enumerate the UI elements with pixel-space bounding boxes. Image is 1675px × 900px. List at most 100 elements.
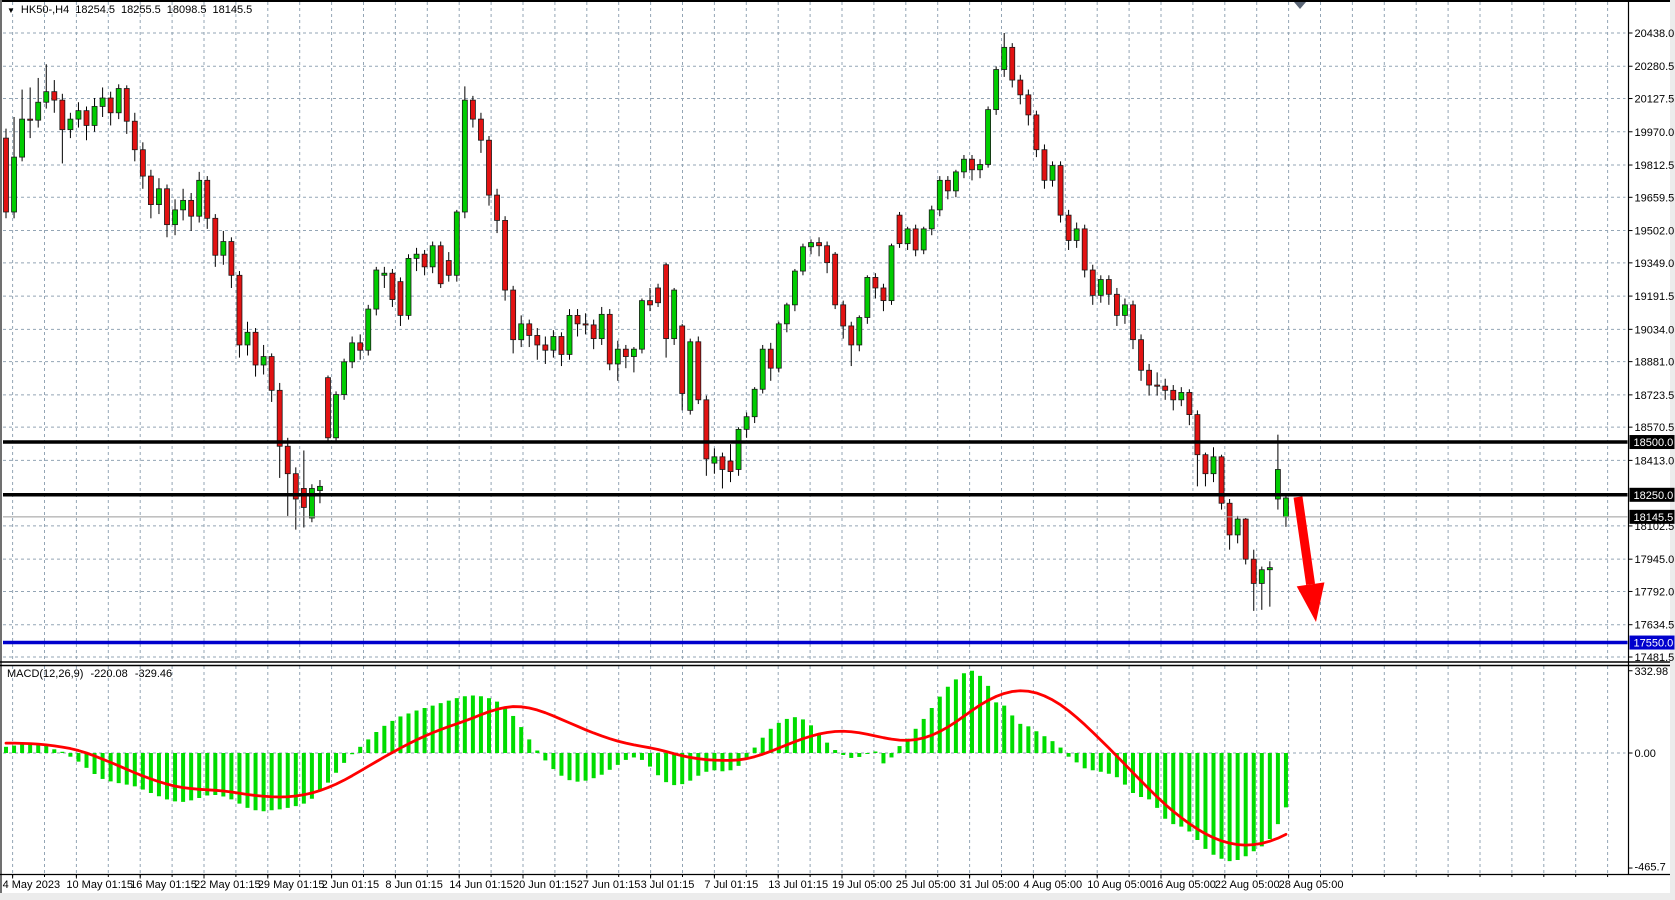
candle-body: [752, 389, 757, 416]
price-axis-tick-label: 17481.5: [1635, 652, 1675, 664]
candle-body: [124, 89, 129, 122]
quote-bar: ▼ HK50-,H4 18254.5 18255.5 18098.5 18145…: [7, 4, 252, 16]
candle-body: [4, 138, 9, 212]
candle-body: [173, 210, 178, 225]
macd-axis-tick-label: 332.98: [1635, 666, 1669, 678]
chart-window: 20438.020280.520127.519970.019812.519659…: [0, 0, 1675, 900]
candle-body: [44, 92, 49, 103]
candle-body: [1002, 47, 1007, 69]
candle-body: [800, 247, 805, 271]
time-axis-label: 25 Jul 05:00: [896, 879, 956, 891]
time-axis-label: 20 Jun 01:15: [513, 879, 577, 891]
candle-body: [865, 277, 870, 317]
candle-body: [213, 218, 218, 255]
chart-canvas[interactable]: 20438.020280.520127.519970.019812.519659…: [0, 0, 1675, 900]
macd-name: MACD(12,26,9): [7, 668, 83, 680]
candle-body: [165, 189, 170, 225]
time-axis-label: 7 Jul 01:15: [704, 879, 758, 891]
symbol-label: HK50-,H4: [21, 4, 69, 16]
price-level-label: 18145.5: [1634, 512, 1674, 524]
candle-body: [430, 246, 435, 267]
price-axis-tick-label: 18723.5: [1635, 390, 1675, 402]
candle-body: [84, 111, 89, 126]
candle-body: [422, 254, 427, 267]
candle-body: [1058, 166, 1063, 216]
candle-body: [326, 378, 331, 438]
candle-body: [1179, 392, 1184, 399]
chart-background: [0, 0, 1675, 900]
candle-body: [470, 100, 475, 119]
candle-body: [857, 318, 862, 345]
candle-body: [736, 429, 741, 469]
candle-body: [398, 282, 403, 316]
time-axis-label: 16 May 01:15: [130, 879, 197, 891]
candle-body: [189, 200, 194, 216]
quote-low: 18098.5: [167, 4, 207, 16]
price-level-label: 18500.0: [1634, 437, 1674, 449]
time-axis-label: 29 May 01:15: [258, 879, 325, 891]
candle-body: [1066, 215, 1071, 240]
candle-body: [309, 488, 314, 518]
candle-body: [334, 395, 339, 438]
candle-body: [591, 325, 596, 339]
time-axis-label: 8 Jun 01:15: [385, 879, 443, 891]
candle-body: [317, 486, 322, 490]
candle-body: [607, 314, 612, 364]
price-axis-tick-label: 18413.0: [1635, 455, 1675, 467]
macd-axis-tick-label: 0.00: [1635, 748, 1656, 760]
candle-body: [970, 159, 975, 170]
candle-body: [1227, 503, 1232, 535]
candle-body: [1211, 457, 1216, 474]
time-axis-label: 13 Jul 01:15: [768, 879, 828, 891]
candle-body: [20, 119, 25, 157]
time-axis-label: 10 May 01:15: [66, 879, 133, 891]
candle-body: [784, 305, 789, 324]
candle-body: [680, 326, 685, 394]
time-axis-label: 3 Jul 01:15: [641, 879, 695, 891]
candle-body: [929, 210, 934, 229]
bottom-frame-strip: [0, 893, 1675, 900]
quote-close: 18145.5: [213, 4, 253, 16]
macd-signal-value: -329.46: [135, 668, 172, 680]
candle-body: [358, 343, 363, 350]
candle-body: [792, 271, 797, 305]
left-border: [0, 0, 2, 893]
price-axis-tick-label: 19502.0: [1635, 226, 1675, 238]
candle-body: [881, 288, 886, 301]
candle-body: [672, 290, 677, 339]
candle-body: [1106, 280, 1111, 295]
candle-body: [140, 150, 145, 176]
candle-body: [511, 290, 516, 340]
macd-axis-tick-label: -465.7: [1635, 862, 1666, 874]
candle-body: [728, 461, 733, 472]
candle-body: [639, 301, 644, 350]
candle-body: [156, 189, 161, 205]
quote-open: 18254.5: [75, 4, 115, 16]
symbol-dropdown-icon[interactable]: ▼: [7, 5, 15, 16]
candle-body: [253, 332, 258, 365]
candle-body: [833, 254, 838, 305]
candle-body: [221, 242, 226, 256]
candle-body: [197, 180, 202, 216]
price-axis-tick-label: 20127.5: [1635, 94, 1675, 106]
candle-body: [535, 335, 540, 344]
macd-indicator-label: MACD(12,26,9) -220.08 -329.46: [7, 668, 176, 680]
time-axis-label: 31 Jul 05:00: [960, 879, 1020, 891]
candle-body: [921, 229, 926, 250]
candle-body: [937, 180, 942, 210]
candle-body: [849, 326, 854, 345]
candle-body: [245, 332, 250, 345]
candle-body: [615, 349, 620, 364]
candle-body: [446, 261, 451, 276]
time-axis-label: 10 Aug 05:00: [1087, 879, 1152, 891]
candle-body: [1034, 115, 1039, 150]
price-axis-tick-label: 17634.5: [1635, 620, 1675, 632]
candle-body: [704, 400, 709, 459]
time-axis-label: 22 Aug 05:00: [1215, 879, 1280, 891]
candle-body: [12, 157, 17, 212]
candle-body: [148, 176, 153, 204]
candle-body: [961, 159, 966, 172]
candle-body: [1243, 519, 1248, 559]
candle-body: [478, 119, 483, 140]
price-axis-tick-label: 19970.0: [1635, 127, 1675, 139]
